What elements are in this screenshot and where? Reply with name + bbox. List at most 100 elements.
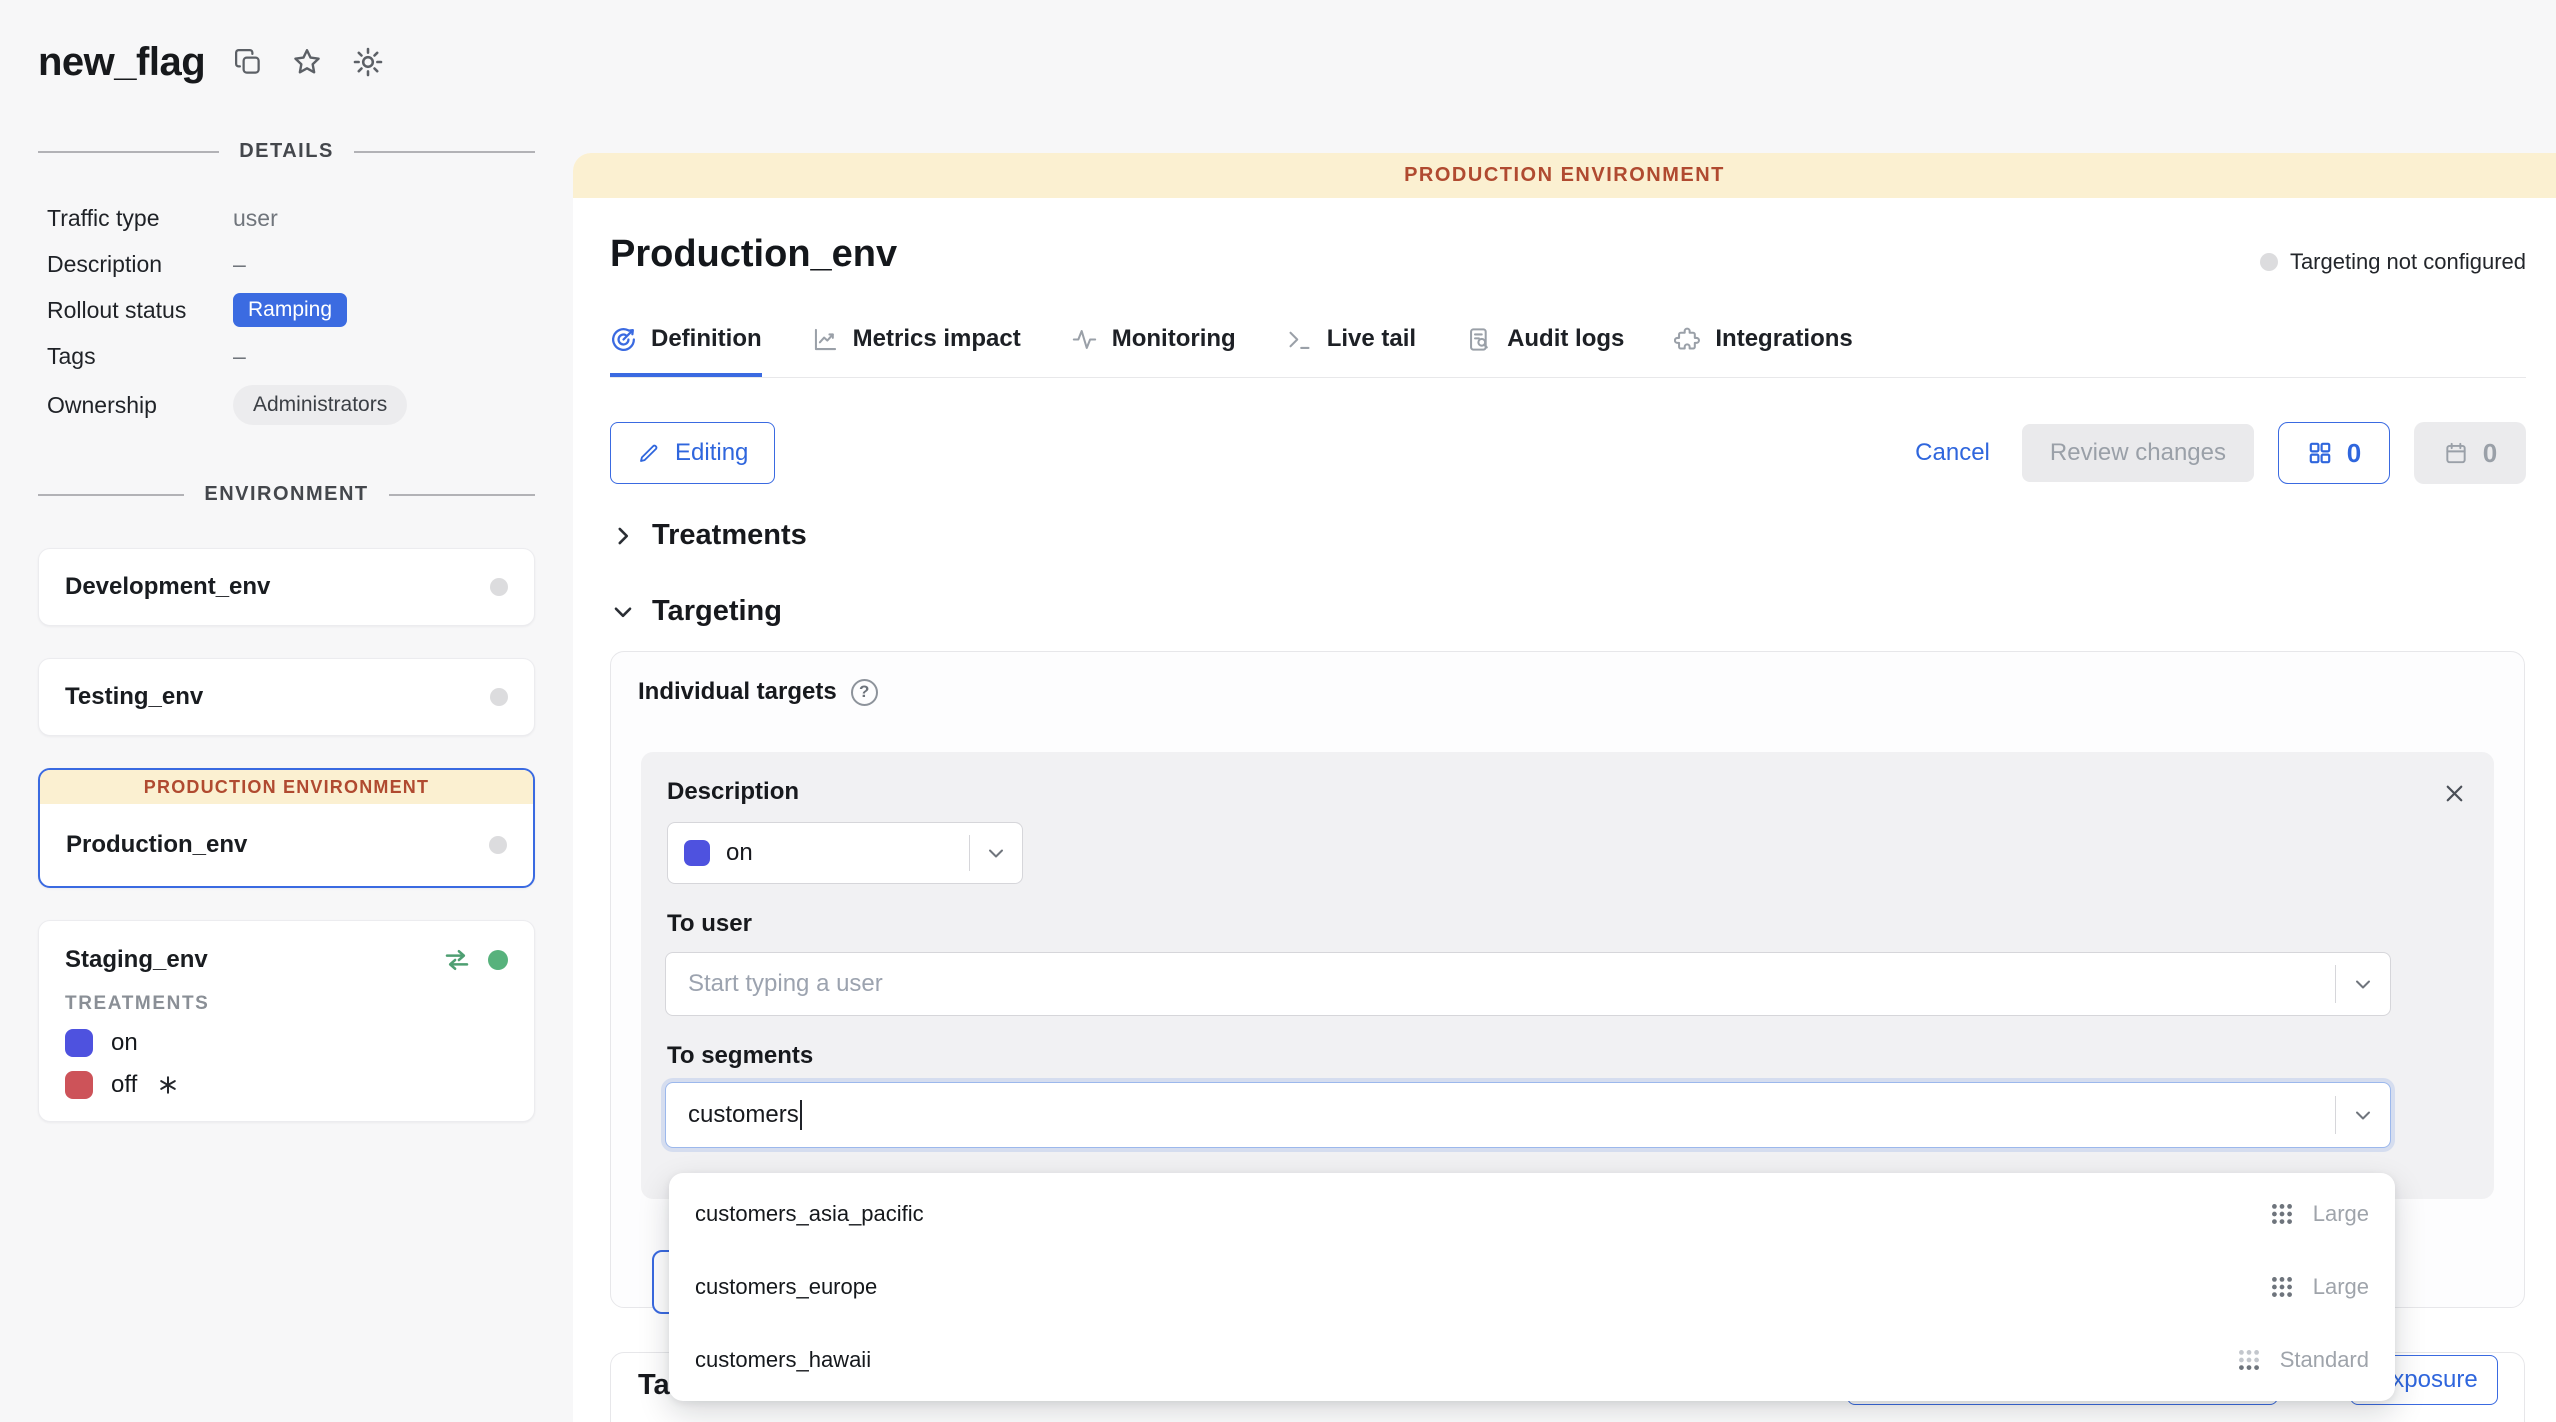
rollout-status-badge: Ramping [233,293,347,327]
tab-monitoring[interactable]: Monitoring [1071,325,1236,377]
tab-audit-logs[interactable]: Audit logs [1466,325,1624,377]
divider-line [389,494,535,496]
page-header: new_flag [38,30,385,94]
description-label: Description [47,251,233,278]
calendar-count: 0 [2483,438,2497,469]
traffic-type-value: user [233,205,535,232]
tab-bar: Definition Metrics impact Monitoring Liv… [610,325,2526,378]
main-panel: PRODUCTION ENVIRONMENT Production_env Ta… [573,153,2556,1422]
chevron-down-icon [2336,1103,2390,1127]
env-status-dot [490,688,508,706]
production-env-banner: PRODUCTION ENVIRONMENT [40,770,533,804]
chart-icon [812,326,839,353]
cancel-link[interactable]: Cancel [1915,439,1990,467]
targeting-title: Targeting [652,595,782,628]
segment-option-europe[interactable]: customers_europe Large [669,1250,2395,1323]
segment-option-asia-pacific[interactable]: customers_asia_pacific Large [669,1177,2395,1250]
treatment-select[interactable]: on [667,822,1023,884]
tab-metrics-impact[interactable]: Metrics impact [812,325,1021,377]
grid-counter-button[interactable]: 0 [2278,422,2390,484]
toolbar: Editing Cancel Review changes 0 0 [610,421,2526,485]
review-changes-button[interactable]: Review changes [2022,424,2254,482]
treatments-section-header[interactable]: Treatments [610,519,807,552]
details-row-ownership: Ownership Administrators [47,379,535,431]
details-table: Traffic type user Description – Rollout … [38,195,535,431]
help-icon[interactable]: ? [851,679,878,706]
puzzle-icon [1674,326,1701,353]
tab-integrations[interactable]: Integrations [1674,325,1852,377]
pencil-icon [637,441,661,465]
tab-label: Metrics impact [853,325,1021,353]
tags-label: Tags [47,343,233,370]
targeting-section-header[interactable]: Targeting [610,595,782,628]
tab-label: Monitoring [1112,325,1236,353]
individual-targets-rule-card: Description on To user Start typing a us… [641,752,2494,1199]
treatment-color-on [65,1029,93,1057]
segment-option-hawaii[interactable]: customers_hawaii Standard [669,1324,2395,1397]
details-heading-label: DETAILS [239,140,334,163]
to-segments-input[interactable]: customers [665,1082,2391,1148]
tags-value: – [233,343,535,370]
calendar-counter-button[interactable]: 0 [2414,422,2526,484]
calendar-icon [2443,440,2469,466]
details-row-traffic-type: Traffic type user [47,195,535,241]
description-value: – [233,251,535,278]
status-dot [2260,253,2278,271]
details-row-description: Description – [47,241,535,287]
chevron-down-icon [2336,972,2390,996]
production-environment-banner: PRODUCTION ENVIRONMENT [573,153,2556,198]
to-user-input[interactable]: Start typing a user [665,952,2391,1016]
to-user-placeholder: Start typing a user [688,970,883,998]
ownership-chip: Administrators [233,385,407,425]
treatment-row-on: on [65,1029,508,1057]
gear-icon[interactable] [351,45,385,79]
grid-count: 0 [2347,438,2361,469]
segment-name: customers_hawaii [695,1347,871,1373]
segment-name: customers_asia_pacific [695,1201,924,1227]
env-name: Development_env [65,573,270,601]
env-card-testing[interactable]: Testing_env [38,658,535,736]
copy-icon[interactable] [233,47,263,77]
segments-dropdown: customers_asia_pacific Large customers_e… [669,1173,2395,1401]
terminal-icon [1286,326,1313,353]
env-name: Staging_env [65,946,208,974]
tab-label: Definition [651,325,762,353]
text-caret [800,1100,802,1130]
page-title: Production_env [610,233,897,276]
tab-definition[interactable]: Definition [610,325,762,377]
treatment-row-off: off [65,1071,508,1099]
sidebar: DETAILS Traffic type user Description – … [38,140,535,1154]
tab-label: Audit logs [1507,325,1624,353]
document-search-icon [1466,326,1493,353]
divider-line [38,494,184,496]
ownership-label: Ownership [47,392,233,419]
rollout-status-label: Rollout status [47,297,233,324]
swap-arrows-icon [442,945,472,975]
tab-label: Integrations [1715,325,1852,353]
env-name: Testing_env [65,683,203,711]
close-icon[interactable] [2441,780,2468,807]
target-icon [610,326,637,353]
environment-heading-label: ENVIRONMENT [204,483,368,506]
env-card-development[interactable]: Development_env [38,548,535,626]
treatment-color-off [65,1071,93,1099]
pulse-icon [1071,326,1098,353]
env-card-production[interactable]: PRODUCTION ENVIRONMENT Production_env [38,768,535,888]
to-segments-label: To segments [667,1042,813,1070]
default-treatment-asterisk-icon [157,1074,179,1096]
env-card-staging[interactable]: Staging_env TREATMENTS on [38,920,535,1122]
grid-icon [2307,440,2333,466]
star-icon[interactable] [291,46,323,78]
chevron-down-icon [970,841,1022,865]
segment-size: Standard [2280,1347,2369,1373]
treatment-name: off [111,1071,137,1099]
tab-live-tail[interactable]: Live tail [1286,325,1416,377]
details-heading: DETAILS [38,140,535,163]
treatment-color-swatch [684,840,710,866]
treatment-name: on [111,1029,138,1057]
treatments-title: Treatments [652,519,807,552]
segment-grid-dots-icon [2269,1274,2295,1300]
details-row-tags: Tags – [47,333,535,379]
editing-button[interactable]: Editing [610,422,775,484]
flag-title: new_flag [38,40,205,85]
